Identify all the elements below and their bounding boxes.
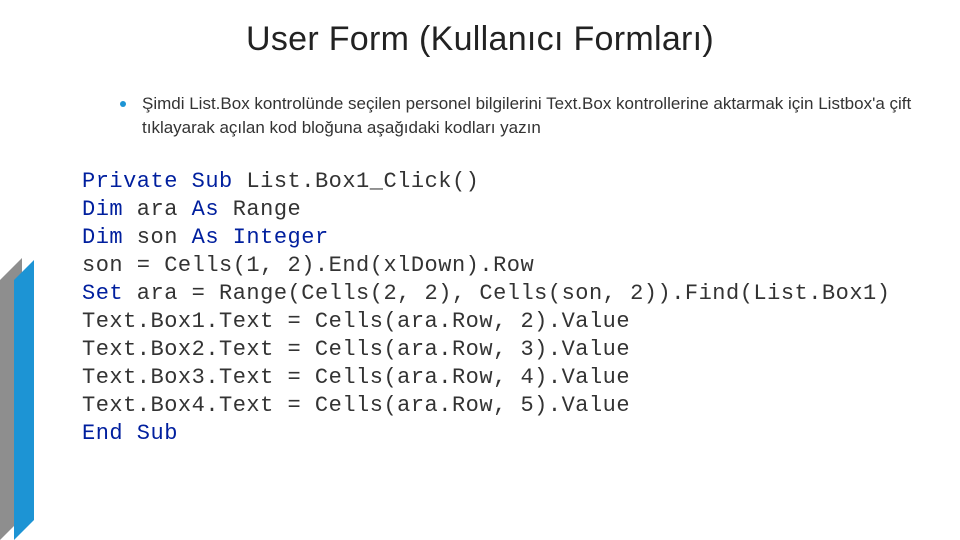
code-block: Private Sub List.Box1_Click() Dim ara As… — [72, 162, 936, 458]
bullet-item: Şimdi List.Box kontrolünde seçilen perso… — [120, 92, 920, 140]
code-keyword: Set — [82, 281, 123, 306]
code-keyword: As Integer — [192, 225, 329, 250]
accent-stripe — [0, 280, 44, 540]
code-keyword: Private Sub — [82, 169, 233, 194]
code-line: Dim ara As Range — [82, 196, 926, 224]
page-title: User Form (Kullanıcı Formları) — [0, 20, 960, 59]
slide: User Form (Kullanıcı Formları) Şimdi Lis… — [0, 0, 960, 540]
code-text: List.Box1_Click() — [233, 169, 480, 194]
code-line: Text.Box4.Text = Cells(ara.Row, 5).Value — [82, 392, 926, 420]
code-line: son = Cells(1, 2).End(xlDown).Row — [82, 252, 926, 280]
code-keyword: Dim — [82, 197, 123, 222]
code-text: son — [123, 225, 192, 250]
code-line: Private Sub List.Box1_Click() — [82, 168, 926, 196]
code-text: Range — [219, 197, 301, 222]
accent-blue — [14, 260, 34, 540]
bullet-dot-icon — [120, 101, 126, 107]
code-keyword: Dim — [82, 225, 123, 250]
code-line: Text.Box1.Text = Cells(ara.Row, 2).Value — [82, 308, 926, 336]
code-text: ara — [123, 197, 192, 222]
code-line: Set ara = Range(Cells(2, 2), Cells(son, … — [82, 280, 926, 308]
code-line: Text.Box3.Text = Cells(ara.Row, 4).Value — [82, 364, 926, 392]
code-line: Text.Box2.Text = Cells(ara.Row, 3).Value — [82, 336, 926, 364]
code-text: ara = Range(Cells(2, 2), Cells(son, 2)).… — [123, 281, 890, 306]
code-line: End Sub — [82, 420, 926, 448]
code-keyword: As — [192, 197, 219, 222]
bullet-text: Şimdi List.Box kontrolünde seçilen perso… — [142, 92, 920, 140]
code-line: Dim son As Integer — [82, 224, 926, 252]
